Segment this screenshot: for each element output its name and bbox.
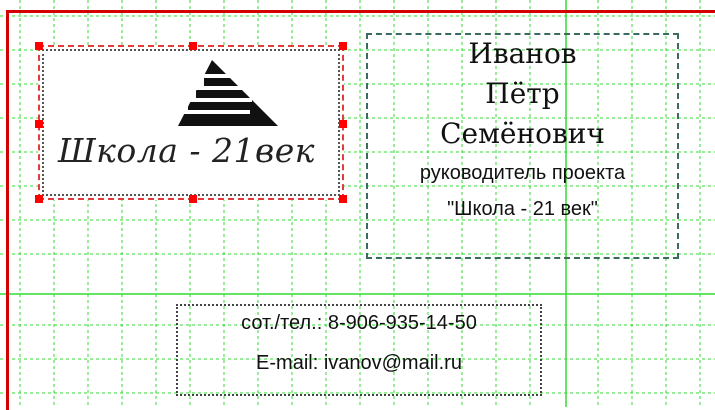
resize-handle-top-right[interactable] <box>339 42 347 50</box>
resize-handle-middle-right[interactable] <box>339 120 347 128</box>
role-text-line2: "Школа - 21 век" <box>447 198 598 220</box>
logo-image-frame[interactable]: Школа - 21век <box>35 42 347 203</box>
contacts-text-frame[interactable]: сот./тел.: 8-906-935-14-50 E-mail: ivano… <box>176 304 542 396</box>
surname-text: Иванов <box>468 37 577 70</box>
document-canvas[interactable]: Школа - 21век Иванов Пётр Семёнович руко… <box>0 0 715 410</box>
patronymic-text: Семёнович <box>440 117 605 150</box>
resize-handle-middle-left[interactable] <box>35 120 43 128</box>
role-text-line1: руководитель проекта <box>419 162 626 184</box>
resize-handle-top-center[interactable] <box>189 42 197 50</box>
first-name-text: Пётр <box>485 77 560 110</box>
name-text-frame[interactable]: Иванов Пётр Семёнович руководитель проек… <box>366 33 679 259</box>
email-text: E-mail: ivanov@mail.ru <box>256 352 462 374</box>
stepped-triangle-logo-icon <box>178 60 278 126</box>
resize-handle-bottom-center[interactable] <box>189 195 197 203</box>
resize-handle-bottom-right[interactable] <box>339 195 347 203</box>
resize-handle-top-left[interactable] <box>35 42 43 50</box>
resize-handle-bottom-left[interactable] <box>35 195 43 203</box>
phone-text: сот./тел.: 8-906-935-14-50 <box>241 312 477 334</box>
logo-text: Школа - 21век <box>58 131 315 170</box>
